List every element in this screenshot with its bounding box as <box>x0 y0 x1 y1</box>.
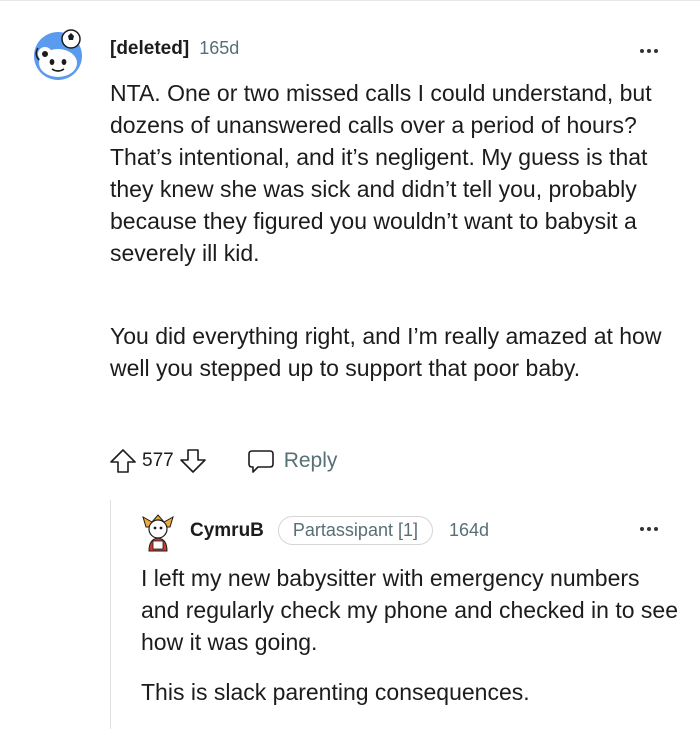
reply-username[interactable]: CymruB <box>190 520 264 542</box>
reply-avatar-icon <box>142 514 174 552</box>
reply-avatar[interactable] <box>140 513 176 553</box>
comment-paragraph-2: You did everything right, and I’m really… <box>110 323 662 381</box>
reply-button[interactable]: Reply <box>246 446 338 476</box>
comment-username[interactable]: [deleted] <box>110 38 189 60</box>
comment-age: 165d <box>199 38 240 58</box>
reply-age: 164d <box>448 520 490 540</box>
reply-paragraph-2: This is slack parenting consequences. <box>141 679 530 705</box>
snoo-avatar[interactable] <box>30 26 86 82</box>
comment-actions: 577 Reply <box>108 446 337 476</box>
reply-button-label: Reply <box>283 449 338 472</box>
snoo-avatar-icon <box>34 29 82 80</box>
speech-bubble-icon <box>247 450 274 473</box>
reply-header: CymruB Partassipant [1] 164d <box>190 516 489 545</box>
thread-line[interactable] <box>110 500 111 729</box>
comment-more-options-icon[interactable] <box>640 49 658 53</box>
downvote-icon[interactable] <box>178 446 208 476</box>
reply-paragraph-1: I left my new babysitter with emergency … <box>141 565 678 655</box>
comment-header: [deleted] 165d <box>110 38 239 60</box>
comment-paragraph-1: NTA. One or two missed calls I could und… <box>110 80 652 266</box>
top-divider <box>0 0 700 1</box>
user-flair: Partassipant [1] <box>277 516 433 545</box>
upvote-icon[interactable] <box>108 446 138 476</box>
comment-score: 577 <box>142 450 174 471</box>
reply-more-options-icon[interactable] <box>640 527 658 531</box>
